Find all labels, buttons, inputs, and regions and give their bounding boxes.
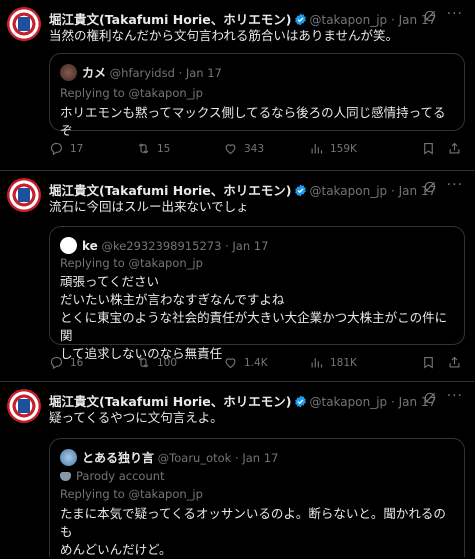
quote-avatar	[60, 237, 77, 254]
bookmark-icon	[424, 356, 433, 369]
grok-icon[interactable]	[423, 180, 437, 197]
quote-line: ホリエモンも黙ってマックス側してるなら後ろの人同じ感情持ってるぞ	[60, 105, 446, 138]
tweet-header: 堀江貴文(Takafumi Horie、ホリエモン) @takapon_jp · …	[49, 388, 467, 409]
views-button[interactable]: 181K	[309, 355, 357, 370]
quote-author-name: カメ	[82, 66, 107, 80]
like-icon	[225, 144, 236, 155]
quote-author-name: とある独り言	[82, 451, 155, 465]
quote-line: たまに本気で疑ってくるオッサンいるのよ。断らないと。聞かれるのも	[60, 506, 446, 539]
repost-count: 100	[157, 356, 178, 369]
like-button[interactable]: 1.4K	[223, 355, 268, 370]
quote-author-handle: @ke2932398915273	[101, 239, 222, 253]
reply-button[interactable]: 17	[49, 141, 83, 156]
tweet-text: 当然の権利なんだから文句言われる筋合いはありませんが笑。	[49, 28, 399, 43]
quote-line: めんどいんだけど。	[60, 542, 172, 557]
views-icon	[311, 358, 323, 368]
quote-text: たまに本気で疑ってくるオッサンいるのよ。断らないと。聞かれるのも めんどいんだけ…	[60, 505, 454, 559]
bookmark-button[interactable]	[421, 355, 436, 370]
repost-button[interactable]: 100	[136, 355, 177, 370]
timeline-feed: 堀江貴文(Takafumi Horie、ホリエモン) @takapon_jp · …	[0, 0, 475, 557]
share-icon	[449, 356, 460, 368]
repost-count: 15	[157, 142, 171, 155]
like-count: 343	[244, 142, 265, 155]
quote-author-handle: @Toaru_otok	[157, 451, 232, 465]
quote-line: とくに東宝のような社会的責任が大きい大企業かつ大株主がこの件に関	[60, 310, 448, 343]
separator: ·	[387, 184, 399, 198]
like-count: 1.4K	[244, 356, 268, 369]
replying-to: Replying to @takapon_jp	[60, 86, 203, 100]
reply-count: 16	[70, 356, 84, 369]
repost-icon	[138, 357, 149, 368]
separator: ·	[221, 239, 233, 253]
author-handle[interactable]: @takapon_jp	[310, 184, 388, 198]
tweet-header: 堀江貴文(Takafumi Horie、ホリエモン) @takapon_jp · …	[49, 6, 467, 27]
bookmark-button[interactable]	[421, 141, 436, 156]
quote-header: ke @ke2932398915273 · Jan 17	[60, 237, 456, 255]
author-name[interactable]: 堀江貴文(Takafumi Horie、ホリエモン)	[49, 12, 292, 27]
reply-count: 17	[70, 142, 84, 155]
repost-icon	[138, 143, 149, 154]
share-button[interactable]	[447, 355, 462, 370]
author-name[interactable]: 堀江貴文(Takafumi Horie、ホリエモン)	[49, 183, 292, 198]
views-button[interactable]: 159K	[309, 141, 357, 156]
quoted-tweet[interactable]: カメ @hfaryidsd · Jan 17 Replying to @taka…	[49, 53, 465, 138]
quote-line: だいたい株主が言わなすぎなんですよね	[60, 292, 285, 307]
quoted-tweet[interactable]: とある独り言 @Toaru_otok · Jan 17 Parody accou…	[49, 438, 465, 557]
tweet[interactable]: 堀江貴文(Takafumi Horie、ホリエモン) @takapon_jp · …	[0, 382, 475, 557]
like-icon	[225, 358, 236, 369]
more-icon[interactable]: ···	[447, 388, 463, 404]
grok-icon[interactable]	[423, 9, 437, 26]
author-handle[interactable]: @takapon_jp	[310, 395, 388, 409]
separator: ·	[174, 66, 186, 80]
parody-mask-icon	[60, 472, 71, 481]
replying-to: Replying to @takapon_jp	[60, 256, 203, 270]
action-bar: 16 100 1.4K 181K	[49, 355, 467, 373]
share-button[interactable]	[447, 141, 462, 156]
quote-text: 頑張ってください だいたい株主が言わなすぎなんですよね とくに東宝のような社会的…	[60, 273, 454, 363]
reply-button[interactable]: 16	[49, 355, 83, 370]
share-icon	[449, 142, 460, 154]
views-count: 181K	[330, 356, 357, 369]
quote-line: 頑張ってください	[60, 274, 160, 289]
quote-header: とある独り言 @Toaru_otok · Jan 17	[60, 449, 456, 467]
views-icon	[311, 144, 323, 154]
views-count: 159K	[330, 142, 357, 155]
tweet-header: 堀江貴文(Takafumi Horie、ホリエモン) @takapon_jp · …	[49, 177, 467, 198]
reply-icon	[50, 356, 63, 370]
quoted-tweet[interactable]: ke @ke2932398915273 · Jan 17 Replying to…	[49, 226, 465, 361]
separator: ·	[231, 451, 243, 465]
quote-avatar	[60, 64, 77, 81]
avatar[interactable]	[7, 389, 41, 423]
repost-button[interactable]: 15	[136, 141, 170, 156]
like-button[interactable]: 343	[223, 141, 264, 156]
tweet-text: 流石に今回はスルー出来ないでしょ	[49, 199, 249, 214]
quote-author-handle: @hfaryidsd	[109, 66, 175, 80]
bookmark-icon	[424, 142, 433, 155]
author-handle[interactable]: @takapon_jp	[310, 13, 388, 27]
more-icon[interactable]: ···	[447, 6, 463, 22]
reply-icon	[50, 142, 63, 156]
author-name[interactable]: 堀江貴文(Takafumi Horie、ホリエモン)	[49, 394, 292, 409]
avatar[interactable]	[7, 178, 41, 212]
parody-label: Parody account	[60, 469, 165, 483]
quote-author-name: ke	[82, 239, 98, 253]
quote-date: Jan 17	[185, 66, 222, 80]
grok-icon[interactable]	[423, 391, 437, 408]
quote-avatar	[60, 449, 77, 466]
tweet[interactable]: 堀江貴文(Takafumi Horie、ホリエモン) @takapon_jp · …	[0, 0, 475, 171]
parody-text: Parody account	[76, 469, 165, 483]
quote-header: カメ @hfaryidsd · Jan 17	[60, 64, 456, 82]
quote-date: Jan 17	[242, 451, 279, 465]
tweet[interactable]: 堀江貴文(Takafumi Horie、ホリエモン) @takapon_jp · …	[0, 171, 475, 382]
separator: ·	[387, 395, 399, 409]
quote-date: Jan 17	[232, 239, 269, 253]
more-icon[interactable]: ···	[447, 177, 463, 193]
separator: ·	[387, 13, 399, 27]
replying-to: Replying to @takapon_jp	[60, 487, 203, 501]
action-bar: 17 15 343 159K	[49, 141, 467, 159]
quote-text: ホリエモンも黙ってマックス側してるなら後ろの人同じ感情持ってるぞ	[60, 104, 454, 140]
avatar[interactable]	[7, 7, 41, 41]
tweet-text: 疑ってくるやつに文句言えよ。	[49, 410, 223, 425]
